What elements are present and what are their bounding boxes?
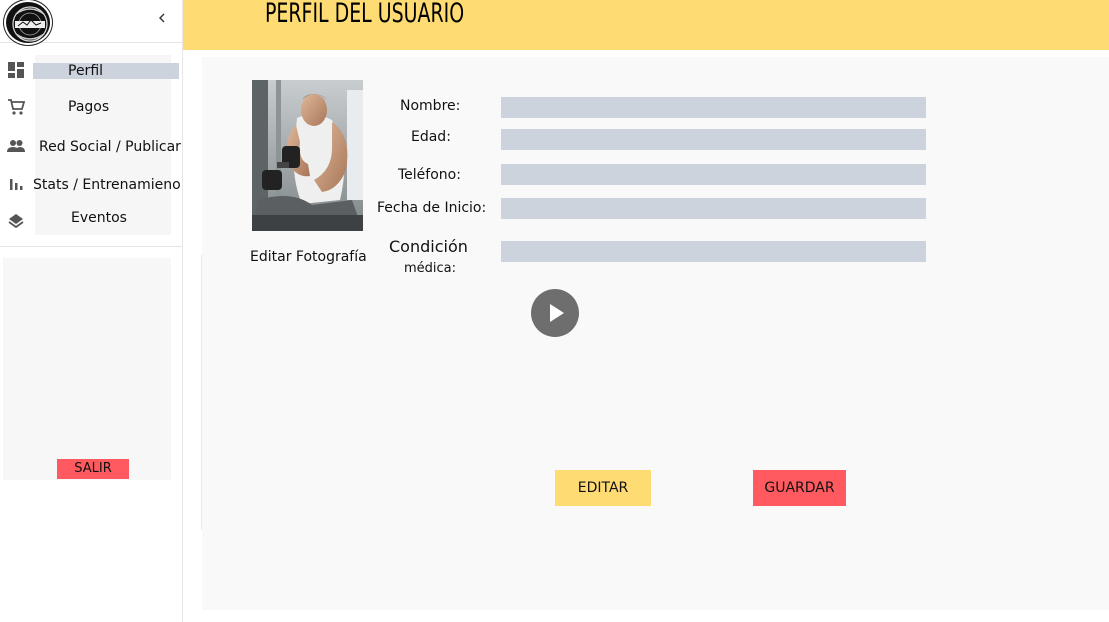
name-label: Nombre:	[400, 98, 461, 114]
medical-condition-label: Condición	[389, 237, 468, 256]
phone-field[interactable]	[501, 164, 926, 185]
play-icon	[550, 304, 564, 322]
cart-icon	[7, 98, 26, 116]
sidebar-item-label: Red Social / Publicar	[39, 139, 181, 155]
chevron-left-icon[interactable]	[153, 8, 171, 28]
brand-logo[interactable]	[4, 0, 52, 45]
active-highlight	[33, 63, 179, 79]
edit-button[interactable]: EDITAR	[555, 470, 651, 506]
sidebar-item-perfil[interactable]: Perfil	[0, 55, 183, 85]
sidebar-item-label: Eventos	[71, 210, 127, 226]
profile-photo	[252, 80, 363, 231]
age-label: Edad:	[411, 129, 451, 145]
sidebar-panel	[3, 258, 171, 480]
medical-condition-label-2: médica:	[404, 261, 457, 276]
phone-label: Teléfono:	[398, 167, 461, 183]
sidebar-item-stats[interactable]: Stats / Entrenamieno	[0, 170, 183, 200]
start-date-label: Fecha de Inicio:	[377, 200, 487, 216]
sidebar-item-label: Stats / Entrenamieno	[33, 177, 181, 193]
sidebar-item-pagos[interactable]: Pagos	[0, 93, 183, 123]
sidebar-menu: Perfil Pagos Red Social / Publicar Stats…	[0, 55, 183, 247]
header-bar: PERFIL DEL USUARIO	[183, 0, 1109, 50]
name-field[interactable]	[501, 97, 926, 118]
start-date-field[interactable]	[501, 198, 926, 219]
page-title: PERFIL DEL USUARIO	[265, 0, 465, 29]
layers-icon	[7, 212, 25, 230]
sidebar-item-label: Pagos	[68, 99, 110, 115]
sidebar: Perfil Pagos Red Social / Publicar Stats…	[0, 0, 183, 622]
save-button[interactable]: GUARDAR	[753, 470, 846, 506]
age-field[interactable]	[501, 129, 926, 150]
play-button[interactable]	[531, 289, 579, 337]
sidebar-item-eventos[interactable]: Eventos	[0, 203, 183, 233]
logout-button[interactable]: SALIR	[57, 459, 129, 479]
medical-condition-field[interactable]	[501, 241, 926, 262]
people-icon	[7, 137, 25, 155]
dashboard-icon	[7, 61, 25, 79]
edit-photo-link[interactable]: Editar Fotografía	[250, 249, 367, 265]
bar-chart-icon	[7, 175, 25, 193]
sidebar-item-label: Perfil	[68, 63, 104, 79]
sidebar-item-red-social[interactable]: Red Social / Publicar	[0, 132, 183, 162]
sidebar-header	[0, 0, 183, 45]
